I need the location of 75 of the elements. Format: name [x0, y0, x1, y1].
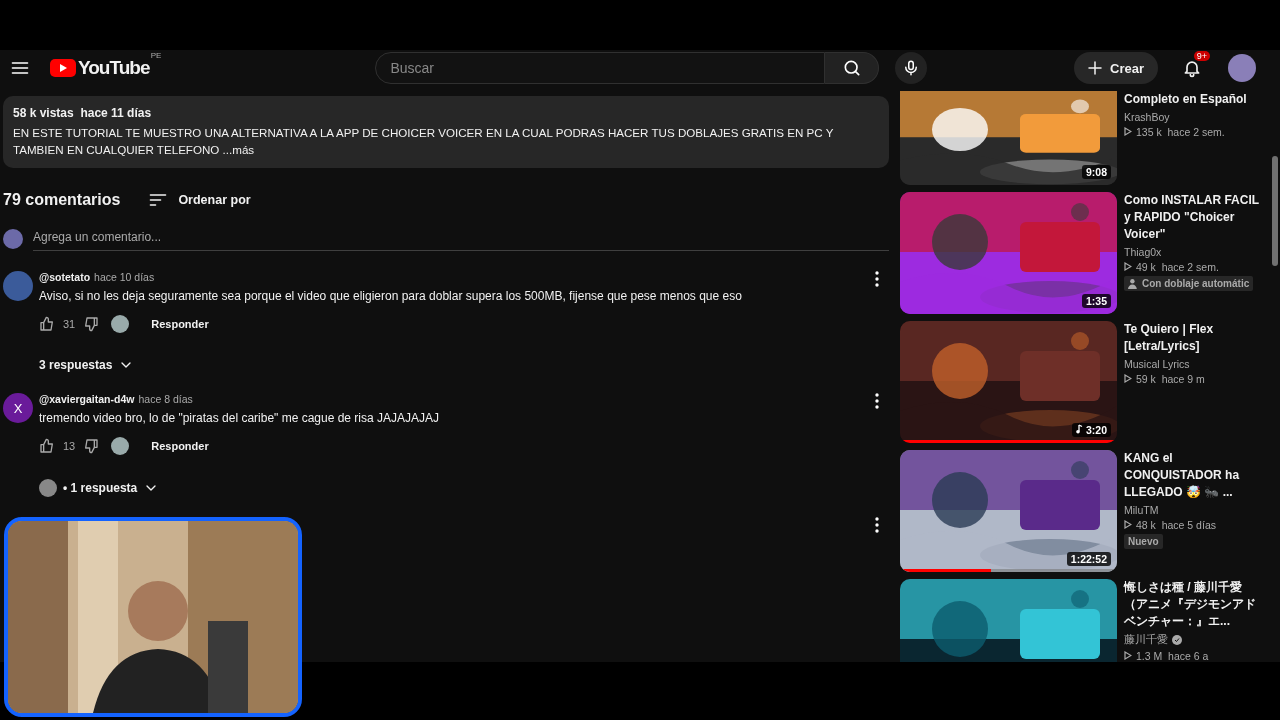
replies-toggle[interactable]: • 1 respuesta [39, 479, 889, 497]
user-avatar [3, 228, 23, 249]
channel-name[interactable]: MiluTM [1124, 504, 1159, 516]
more-options-button[interactable] [875, 517, 879, 533]
bell-icon [1182, 58, 1202, 78]
comment-time: hace 8 días [138, 393, 193, 405]
commenter-avatar[interactable]: X [3, 393, 33, 423]
comment-text: tremendo video bro, lo de "piratas del caribe" me cague de risa JAJAJAJAJ [39, 411, 441, 425]
thumbs-down-icon [83, 438, 100, 454]
comment-author[interactable]: @xaviergaitan-d4w [39, 393, 135, 405]
video-duration: 1:22:52 [1066, 552, 1111, 566]
video-title[interactable]: Como INSTALAR FACIL y RAPIDO "Choicer Voicer" [1124, 192, 1260, 243]
video-stats: 135 k hace 2 sem. [1124, 126, 1260, 138]
channel-name[interactable]: Thiag0x [1124, 246, 1162, 258]
creator-heart-avatar [111, 315, 130, 333]
description-text: EN ESTE TUTORIAL TE MUESTRO UNA ALTERNATIVA A LA APP DE CHOICER VOICER EN LA CUAL PODRAS HACER TUS DOBLAJES GRATIS EN PC Y TAMBIEN EN CUALQUIER TELEFONO ...más [13, 125, 835, 158]
music-note-icon [1076, 424, 1083, 434]
video-stats: 1.3 M hace 6 a [1124, 650, 1260, 662]
video-badge: Con doblaje automátic [1124, 276, 1254, 291]
video-title[interactable]: Completo en Español [1124, 91, 1260, 108]
thumbs-down-icon [83, 316, 100, 332]
comment-author[interactable]: @sotetato [39, 271, 91, 283]
like-count: 13 [63, 440, 76, 452]
dubbing-icon [1128, 278, 1139, 289]
video-stats: 59 k hace 9 m [1124, 373, 1260, 385]
channel-name[interactable]: 藤川千愛 [1124, 633, 1168, 647]
description-panel[interactable]: 58 k vistas hace 11 días EN ESTE TUTORIAL TE MUESTRO UNA ALTERNATIVA A LA APP DE CHOICER VOICER EN LA CUAL PODRAS HACER TUS DOBLAJES GRATIS EN PC Y TAMBIEN EN CUALQUIER TELEFONO ...más [3, 96, 889, 168]
play-icon [1124, 520, 1132, 529]
thumbs-up-icon [39, 438, 55, 454]
reply-button[interactable]: Responder [151, 318, 209, 330]
plus-icon [1086, 59, 1105, 77]
video-duration: 9:08 [1082, 165, 1111, 179]
video-title[interactable]: Te Quiero | Flex [Letra/Lyrics] [1124, 321, 1260, 355]
video-stats: 48 k hace 5 días [1124, 519, 1260, 531]
logo-text: YouTube [78, 57, 150, 79]
more-icon [875, 517, 879, 533]
play-icon [1124, 127, 1132, 136]
video-duration: 1:35 [1082, 294, 1111, 308]
comment-text: Aviso, si no les deja seguramente sea porque el video que eligieron para doblar supera los 500MB, fijense que pese menos que eso [39, 289, 743, 303]
more-options-button[interactable] [875, 393, 879, 409]
like-count: 31 [63, 318, 76, 330]
play-icon [1124, 651, 1132, 660]
more-icon [875, 271, 879, 287]
creator-heart-avatar [111, 437, 130, 455]
avatar-letter: X [13, 400, 23, 416]
scrollbar-thumb[interactable] [1272, 156, 1278, 266]
account-avatar[interactable] [1228, 54, 1256, 82]
reply-button[interactable]: Responder [151, 440, 209, 452]
view-stats: 58 k vistas hace 11 días [13, 106, 153, 120]
sort-button[interactable]: Ordenar por [148, 190, 251, 210]
play-logo-icon [50, 59, 76, 77]
play-icon [1124, 262, 1132, 271]
microphone-button[interactable] [895, 52, 928, 84]
comment-count: 79 comentarios [3, 191, 121, 209]
channel-name[interactable]: Musical Lyrics [1124, 358, 1190, 370]
notification-count: 9+ [1193, 51, 1210, 61]
play-icon [1124, 374, 1132, 383]
more-options-button[interactable] [875, 271, 879, 287]
search-button[interactable] [825, 52, 880, 84]
thumbs-up-icon [39, 316, 55, 332]
commenter-avatar[interactable] [3, 271, 33, 301]
comment-input[interactable]: Agrega un comentario... [33, 226, 889, 251]
replies-toggle[interactable]: 3 respuestas [39, 357, 889, 373]
comment-time: hace 10 días [94, 271, 155, 283]
region-code: PE [150, 51, 162, 60]
channel-name[interactable]: KrashBoy [1124, 111, 1170, 123]
video-title[interactable]: KANG el CONQUISTADOR ha LLEGADO 🤯 🐜 ... [1124, 450, 1260, 501]
video-badge: Nuevo [1124, 534, 1163, 549]
video-duration: 3:20 [1072, 423, 1111, 437]
video-title[interactable]: 悔しさは種 / 藤川千愛（アニメ『デジモンアドベンチャー：』エ... [1124, 579, 1260, 630]
search-field[interactable]: Buscar [375, 52, 826, 84]
create-button[interactable]: Crear [1074, 52, 1158, 84]
more-icon [875, 393, 879, 409]
replier-avatar [39, 479, 57, 497]
video-stats: 49 k hace 2 sem. [1124, 261, 1260, 273]
